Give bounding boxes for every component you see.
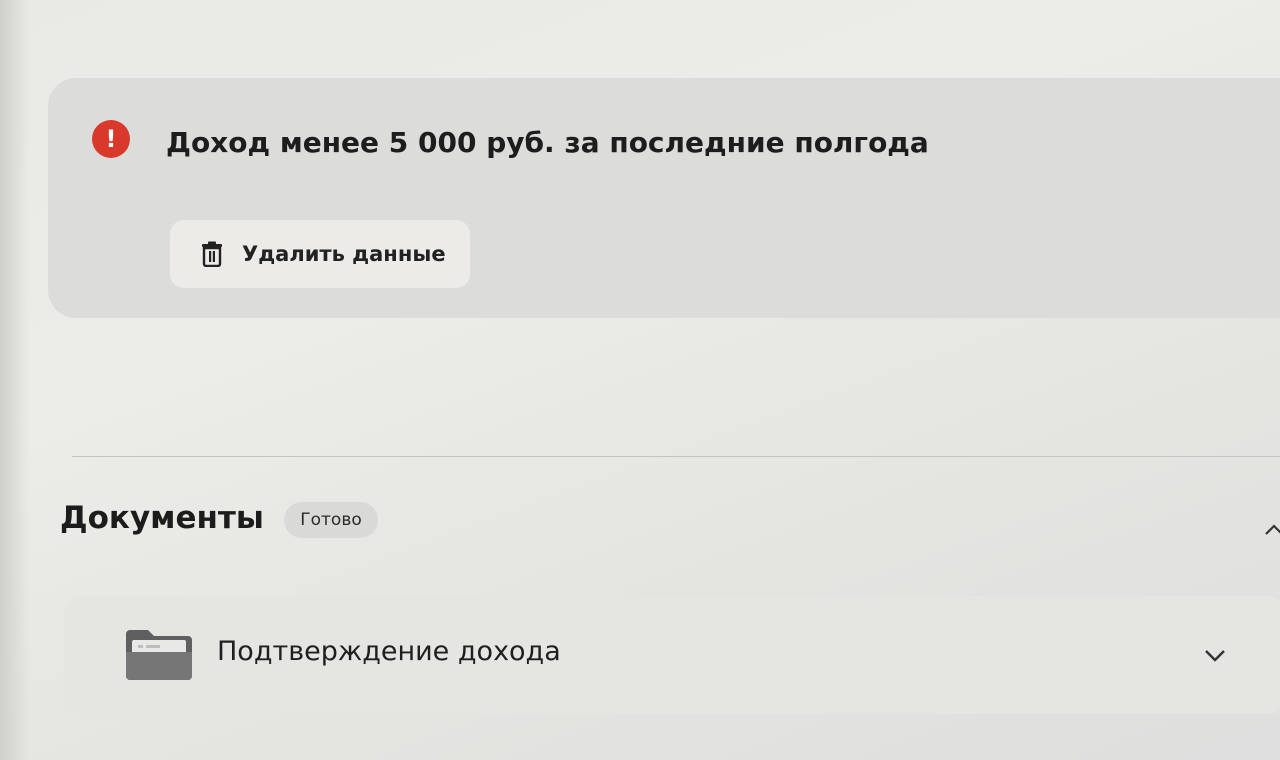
exclamation-circle-icon: ! [92,120,130,158]
folder-icon [126,630,192,680]
section-divider [72,456,1280,457]
documents-heading: Документы [60,500,264,536]
delete-data-button[interactable]: Удалить данные [170,220,470,288]
background-shade [0,0,30,760]
chevron-down-icon[interactable] [1203,645,1227,665]
trash-icon [202,241,222,267]
status-badge: Готово [284,502,378,538]
exclamation-glyph: ! [105,125,117,153]
chevron-up-icon[interactable] [1264,520,1280,540]
document-item-label: Подтверждение дохода [217,636,561,667]
delete-data-label: Удалить данные [242,242,446,266]
warning-title: Доход менее 5 000 руб. за последние полг… [166,126,929,159]
